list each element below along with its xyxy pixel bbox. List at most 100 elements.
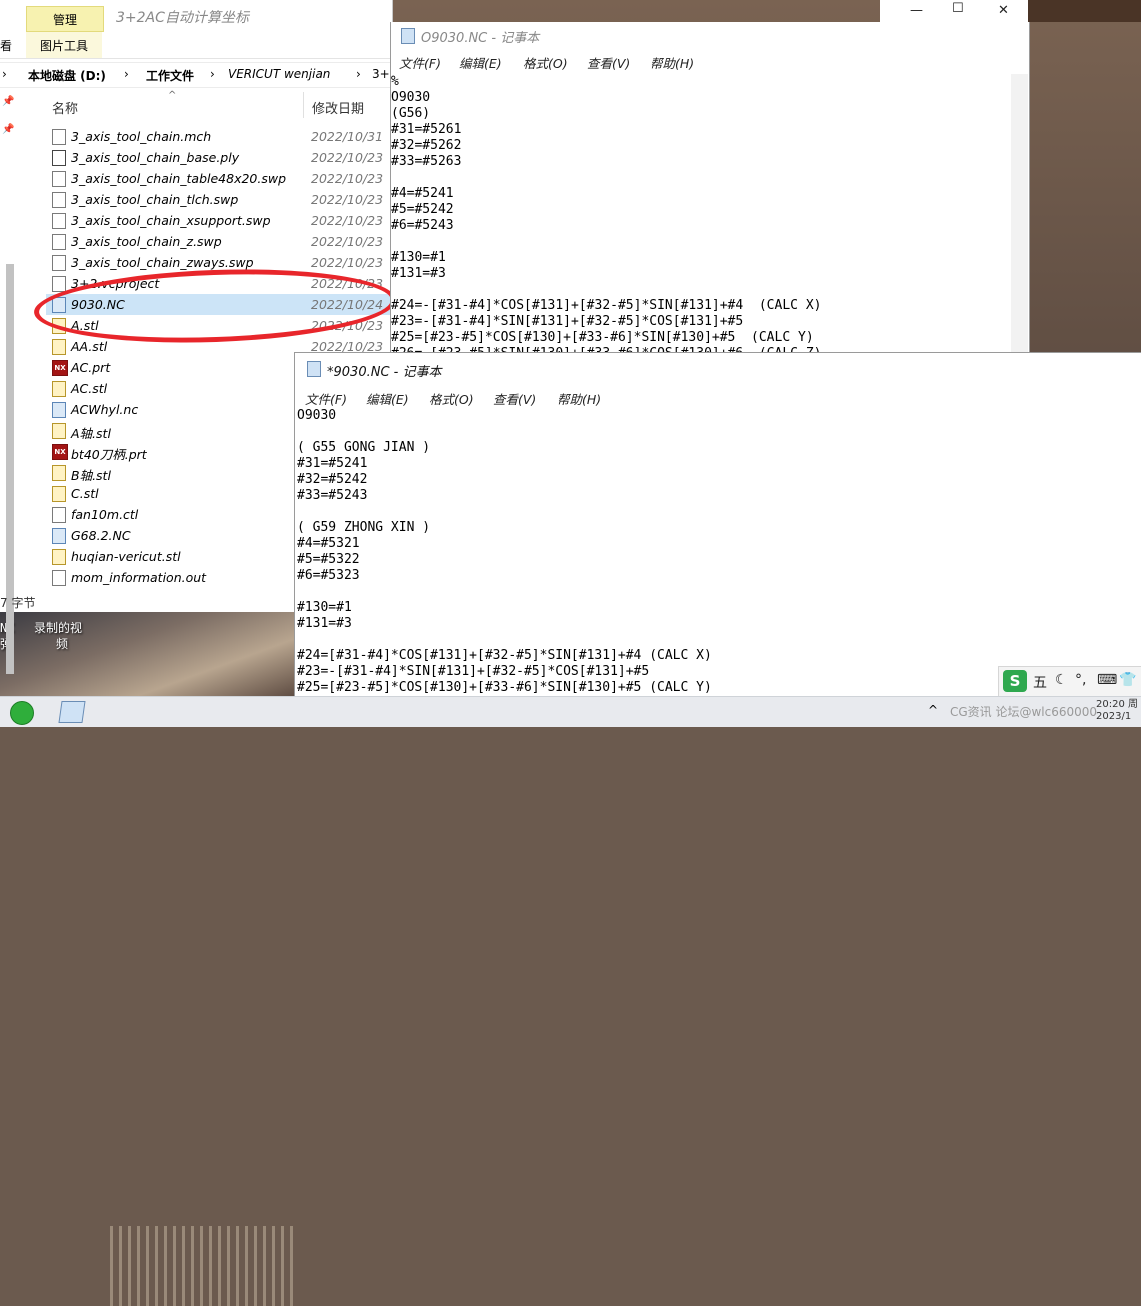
menu-view[interactable]: 查看(V) [587, 53, 630, 72]
punctuation-icon[interactable]: °, [1075, 672, 1086, 688]
file-name: 3_axis_tool_chain_zways.swp [71, 255, 254, 270]
file-name: 3_axis_tool_chain.mch [71, 129, 212, 144]
status-bar-bytes: 7 字节 [0, 596, 36, 610]
file-name: ACWhyl.nc [71, 402, 139, 417]
file-row[interactable]: 3_axis_tool_chain_tlch.swp 2022/10/23 [46, 189, 392, 210]
file-row[interactable]: 3_axis_tool_chain_table48x20.swp 2022/10/… [46, 168, 392, 189]
window-controls: — ☐ ✕ [880, 0, 1028, 22]
menu-bar: 文件(F) 编辑(E) 格式(O) 查看(V) 帮助(H) [295, 386, 1141, 408]
file-name: AC.stl [71, 381, 108, 396]
pin-icon[interactable]: 📌 [2, 124, 14, 135]
nc-file-icon [52, 528, 66, 544]
nc-file-icon [52, 402, 66, 418]
file-date: 2022/10/23 [311, 171, 384, 186]
file-date: 2022/10/23 [311, 192, 384, 207]
file-icon [52, 192, 66, 208]
file-icon [52, 234, 66, 250]
menu-edit[interactable]: 编辑(E) [366, 389, 409, 408]
file-icon [52, 129, 66, 145]
stl-file-icon [52, 381, 66, 397]
file-name: fan10m.ctl [71, 507, 139, 522]
ime-mode[interactable]: 五 [1033, 672, 1047, 692]
ribbon-picture-tools[interactable]: 图片工具 [40, 37, 88, 54]
file-row[interactable]: 3_axis_tool_chain_xsupport.swp 2022/10/23 [46, 210, 392, 231]
breadcrumb-drive[interactable]: 本地磁盘 (D:) [28, 67, 106, 84]
breadcrumb-chevron-icon: › [210, 67, 215, 81]
notepad-window-9030: *9030.NC - 记事本 文件(F) 编辑(E) 格式(O) 查看(V) 帮… [294, 352, 1141, 698]
file-name: 3_axis_tool_chain_table48x20.swp [71, 171, 287, 186]
stl-file-icon [52, 423, 66, 439]
notepad-taskbar-icon[interactable] [58, 701, 86, 723]
taskbar: ^ CG资讯 论坛@wlc660000 20:20 周 2023/1 [0, 696, 1141, 727]
window-title: 3+2AC自动计算坐标 [116, 10, 249, 26]
file-name: B轴.stl [71, 468, 111, 483]
window-title: *9030.NC - 记事本 [327, 365, 442, 380]
ribbon-view-button[interactable]: 看 [0, 37, 12, 54]
address-bar[interactable]: › 本地磁盘 (D:) › 工作文件 › VERICUT wenjian › 3… [0, 62, 392, 88]
file-name: 3_axis_tool_chain_z.swp [71, 234, 222, 249]
menu-format[interactable]: 格式(O) [523, 53, 568, 72]
stl-file-icon [52, 549, 66, 565]
stl-file-icon [52, 486, 66, 502]
nx-file-icon: NX [52, 360, 68, 376]
menu-file[interactable]: 文件(F) [399, 53, 441, 72]
menu-file[interactable]: 文件(F) [305, 389, 347, 408]
menu-help[interactable]: 帮助(H) [557, 389, 601, 408]
file-row[interactable]: 3_axis_tool_chain.mch 2022/10/31 [46, 126, 392, 147]
wallpaper-beads [110, 1226, 296, 1306]
menu-edit[interactable]: 编辑(E) [459, 53, 502, 72]
ply-file-icon [52, 150, 66, 166]
ime-toolbar: S 五 ☾ °, ⌨ 👕 [998, 666, 1141, 698]
column-date-header[interactable]: 修改日期 [312, 98, 364, 117]
breadcrumb-chevron-icon: › [124, 67, 129, 81]
text-editor-area[interactable]: % O9030 (G56) #31=#5261 #32=#5262 #33=#5… [391, 74, 1011, 370]
file-name: 3_axis_tool_chain_tlch.swp [71, 192, 239, 207]
desktop-corner [1028, 0, 1141, 22]
breadcrumb-current[interactable]: 3+ [372, 67, 390, 81]
stl-file-icon [52, 339, 66, 355]
menu-view[interactable]: 查看(V) [493, 389, 536, 408]
breadcrumb-chevron-icon: › [356, 67, 361, 81]
file-icon [52, 570, 66, 586]
file-name: mom_information.out [71, 570, 207, 585]
file-date: 2022/10/23 [311, 150, 384, 165]
text-editor-area[interactable]: O9030 ( G55 GONG JIAN ) #31=#5241 #32=#5… [297, 408, 1137, 696]
breadcrumb-work-folder[interactable]: 工作文件 [146, 67, 194, 84]
file-name: AC.prt [71, 360, 111, 375]
file-name: C.stl [71, 486, 99, 501]
system-clock[interactable]: 20:20 周 2023/1 [1096, 699, 1138, 723]
minimize-icon[interactable]: — [910, 3, 923, 18]
menu-help[interactable]: 帮助(H) [650, 53, 694, 72]
notepad-icon [307, 361, 321, 377]
vertical-scrollbar[interactable] [1011, 74, 1028, 370]
tray-expand-icon[interactable]: ^ [928, 703, 938, 717]
title-bar[interactable]: *9030.NC - 记事本 [295, 353, 1141, 383]
file-date: 2022/10/31 [311, 129, 384, 144]
file-row[interactable]: 3_axis_tool_chain_z.swp 2022/10/23 [46, 231, 392, 252]
column-name-header[interactable]: 名称 [52, 98, 78, 117]
nav-scrollbar[interactable] [6, 264, 14, 674]
file-name: AA.stl [71, 339, 108, 354]
breadcrumb-vericut-folder[interactable]: VERICUT wenjian [228, 67, 330, 81]
file-icon [52, 213, 66, 229]
skin-icon[interactable]: 👕 [1119, 672, 1136, 688]
desktop-icon-video-label[interactable]: 录制的视频 [34, 620, 82, 652]
start-app-icon[interactable] [10, 701, 34, 725]
menu-format[interactable]: 格式(O) [429, 389, 474, 408]
tray-watermark: CG资讯 论坛@wlc660000 [950, 705, 1098, 719]
close-icon[interactable]: ✕ [998, 3, 1009, 18]
file-name: 3_axis_tool_chain_xsupport.swp [71, 213, 271, 228]
keyboard-icon[interactable]: ⌨ [1097, 672, 1117, 688]
moon-icon[interactable]: ☾ [1055, 672, 1068, 688]
file-icon [52, 276, 66, 292]
file-icon [52, 171, 66, 187]
file-icon [52, 255, 66, 271]
file-date: 2022/10/23 [311, 255, 384, 270]
tab-manage[interactable]: 管理 [26, 6, 104, 32]
maximize-icon[interactable]: ☐ [952, 1, 964, 16]
title-bar[interactable]: O9030.NC - 记事本 [391, 22, 1029, 48]
pin-icon[interactable]: 📌 [2, 96, 14, 107]
file-name: G68.2.NC [71, 528, 131, 543]
file-row[interactable]: 3_axis_tool_chain_base.ply 2022/10/23 [46, 147, 392, 168]
sogou-logo-icon[interactable]: S [1003, 670, 1027, 692]
